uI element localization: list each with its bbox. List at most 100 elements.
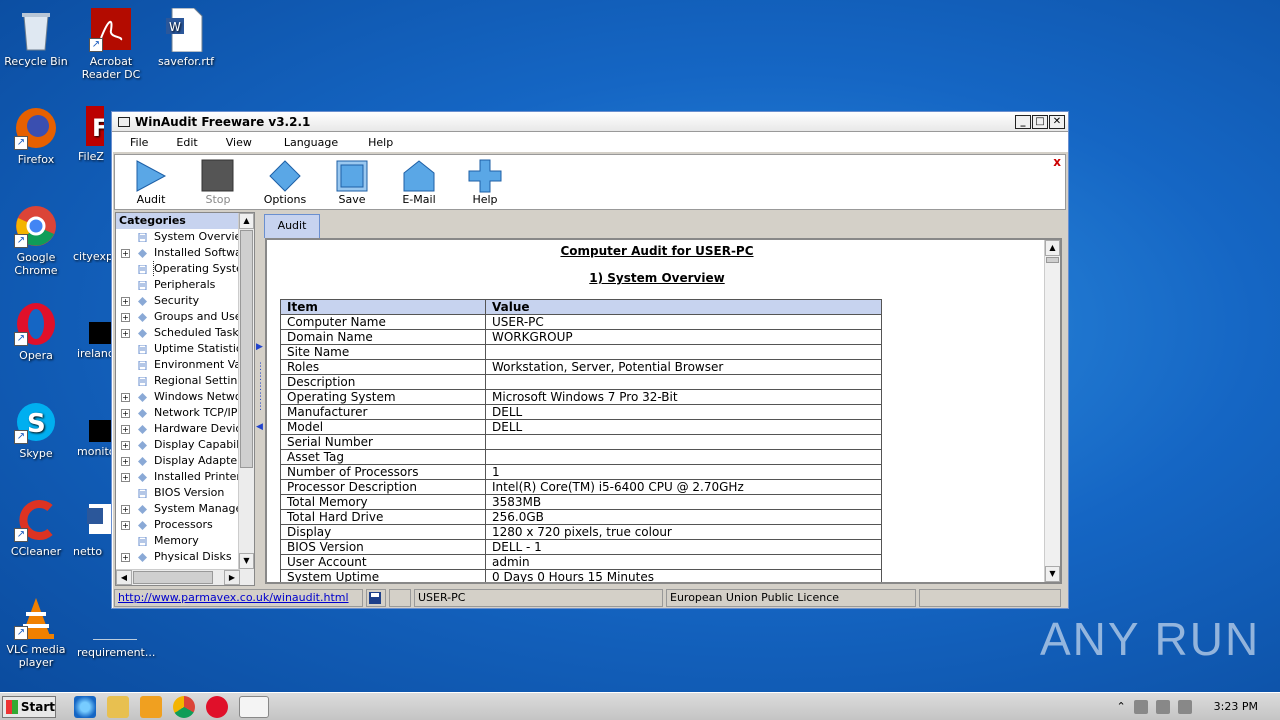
expand-icon[interactable]: +: [121, 392, 130, 402]
category-item[interactable]: Operating System: [116, 261, 238, 277]
opera-taskbar-icon[interactable]: [206, 695, 228, 718]
tab-audit[interactable]: Audit: [264, 214, 320, 238]
category-item[interactable]: + Installed Software: [116, 245, 238, 261]
chrome-taskbar-icon[interactable]: [173, 695, 195, 718]
desktop-icon-savefor[interactable]: W savefor.rtf: [148, 7, 224, 68]
audit-button[interactable]: Audit: [121, 159, 181, 206]
options-button[interactable]: Options: [255, 159, 315, 206]
desktop-icon-filezilla[interactable]: F FileZilla: [64, 106, 104, 163]
expand-icon[interactable]: +: [121, 408, 130, 418]
menu-language[interactable]: Language: [284, 136, 338, 149]
stop-button[interactable]: Stop: [188, 159, 248, 206]
diamond-icon: [138, 504, 147, 514]
category-item[interactable]: Environment Variables: [116, 357, 238, 373]
email-button[interactable]: E-Mail: [389, 159, 449, 206]
report-scroll-down[interactable]: ▼: [1045, 566, 1060, 582]
menu-edit[interactable]: Edit: [176, 136, 197, 149]
expand-icon[interactable]: +: [121, 552, 130, 562]
categories-scrollbar[interactable]: ▲ ▼: [238, 213, 254, 585]
status-url-link[interactable]: http://www.parmavex.co.uk/winaudit.html: [114, 589, 363, 607]
category-item[interactable]: Peripherals: [116, 277, 238, 293]
menubar: File Edit View Language Help: [112, 132, 1068, 152]
category-item[interactable]: + Network TCP/IP: [116, 405, 238, 421]
row-value: DELL: [485, 404, 882, 420]
desktop-icon-recycle-bin[interactable]: Recycle Bin: [0, 8, 74, 68]
window-titlebar[interactable]: WinAudit Freeware v3.2.1 _ □ ✕: [112, 112, 1068, 132]
expand-icon[interactable]: +: [121, 312, 130, 322]
expand-icon[interactable]: +: [121, 504, 130, 514]
toolbar: Audit Stop Options Save E-Mail Help x: [114, 154, 1066, 210]
expand-icon[interactable]: +: [121, 440, 130, 450]
help-button[interactable]: Help: [455, 159, 515, 206]
audit-report: Computer Audit for USER-PC 1) System Ove…: [265, 238, 1062, 584]
desktop-icon-chrome[interactable]: ↗ Google Chrome: [0, 204, 74, 277]
desktop-icon-skype[interactable]: S ↗ Skype: [0, 400, 74, 460]
scroll-thumb[interactable]: [240, 230, 253, 468]
desktop-icon-acrobat[interactable]: ↗ Acrobat Reader DC: [73, 8, 149, 81]
table-header-item: Item: [280, 299, 486, 315]
save-button[interactable]: Save: [322, 159, 382, 206]
maximize-button[interactable]: □: [1032, 114, 1048, 129]
category-item[interactable]: + Installed Printers: [116, 469, 238, 485]
category-item[interactable]: + Security: [116, 293, 238, 309]
tray-volume-icon[interactable]: [1155, 699, 1170, 714]
window-title: WinAudit Freeware v3.2.1: [135, 114, 311, 129]
category-item[interactable]: Uptime Statistics: [116, 341, 238, 357]
category-item[interactable]: + Processors: [116, 517, 238, 533]
close-button[interactable]: ✕: [1049, 114, 1065, 129]
scroll-right-button[interactable]: ▶: [224, 570, 240, 585]
desktop-icon-netto[interactable]: netto: [73, 498, 113, 558]
category-item[interactable]: + System Management: [116, 501, 238, 517]
categories-hscrollbar[interactable]: ◀ ▶: [116, 569, 240, 585]
category-item[interactable]: + Groups and Users: [116, 309, 238, 325]
menu-help[interactable]: Help: [368, 136, 393, 149]
expand-icon[interactable]: +: [121, 328, 130, 338]
ie-icon[interactable]: [74, 695, 96, 718]
category-item[interactable]: + Display Adapters: [116, 453, 238, 469]
minimize-button[interactable]: _: [1015, 114, 1031, 129]
category-item[interactable]: + Hardware Devices: [116, 421, 238, 437]
tray-expand-icon[interactable]: ⌃: [1116, 700, 1125, 713]
category-label: Installed Software: [154, 246, 238, 259]
report-scroll-thumb[interactable]: [1046, 257, 1059, 263]
toolbar-close-icon[interactable]: x: [1053, 155, 1061, 169]
expand-icon[interactable]: +: [121, 520, 130, 530]
tray-clock[interactable]: 3:23 PM: [1214, 700, 1258, 713]
scroll-up-button[interactable]: ▲: [239, 213, 254, 229]
category-item[interactable]: Regional Settings: [116, 373, 238, 389]
panel-splitter[interactable]: ▶ ⋮ ⋮ ⋮ ⋮ ⋮ ◀: [256, 342, 265, 432]
category-item[interactable]: + Physical Disks: [116, 549, 238, 565]
scroll-left-button[interactable]: ◀: [116, 570, 132, 585]
category-item[interactable]: BIOS Version: [116, 485, 238, 501]
expand-icon[interactable]: +: [121, 456, 130, 466]
report-scroll-up[interactable]: ▲: [1045, 240, 1060, 256]
tray-flag-icon[interactable]: [1177, 699, 1192, 714]
category-item[interactable]: Memory: [116, 533, 238, 549]
tray-network-icon[interactable]: [1133, 699, 1148, 714]
hscroll-thumb[interactable]: [133, 571, 213, 584]
desktop-icon-requirement[interactable]: requirement...: [73, 616, 155, 659]
category-item[interactable]: + Scheduled Tasks: [116, 325, 238, 341]
winaudit-taskbar-icon[interactable]: [239, 695, 269, 718]
desktop-icon-firefox[interactable]: ↗ Firefox: [0, 106, 74, 166]
menu-view[interactable]: View: [226, 136, 252, 149]
desktop-icon-ccleaner[interactable]: ↗ CCleaner: [0, 498, 74, 558]
desktop-icon-monito[interactable]: monito: [73, 420, 113, 458]
category-item[interactable]: + Display Capabilities: [116, 437, 238, 453]
menu-file[interactable]: File: [130, 136, 148, 149]
expand-icon[interactable]: +: [121, 296, 130, 306]
scroll-down-button[interactable]: ▼: [239, 553, 254, 569]
report-scrollbar[interactable]: ▲ ▼: [1044, 240, 1060, 582]
desktop-icon-vlc[interactable]: ↗ VLC media player: [0, 596, 74, 669]
start-button[interactable]: Start: [2, 695, 56, 718]
desktop-icon-opera[interactable]: ↗ Opera: [0, 302, 74, 362]
media-player-icon[interactable]: [140, 695, 162, 718]
category-item[interactable]: System Overview: [116, 229, 238, 245]
desktop-icon-irelandy[interactable]: irelandy: [73, 322, 113, 360]
explorer-icon[interactable]: [107, 695, 129, 718]
desktop-icon-cityexp[interactable]: cityexp: [73, 250, 113, 263]
expand-icon[interactable]: +: [121, 424, 130, 434]
expand-icon[interactable]: +: [121, 472, 130, 482]
category-item[interactable]: + Windows Network: [116, 389, 238, 405]
expand-icon[interactable]: +: [121, 248, 130, 258]
